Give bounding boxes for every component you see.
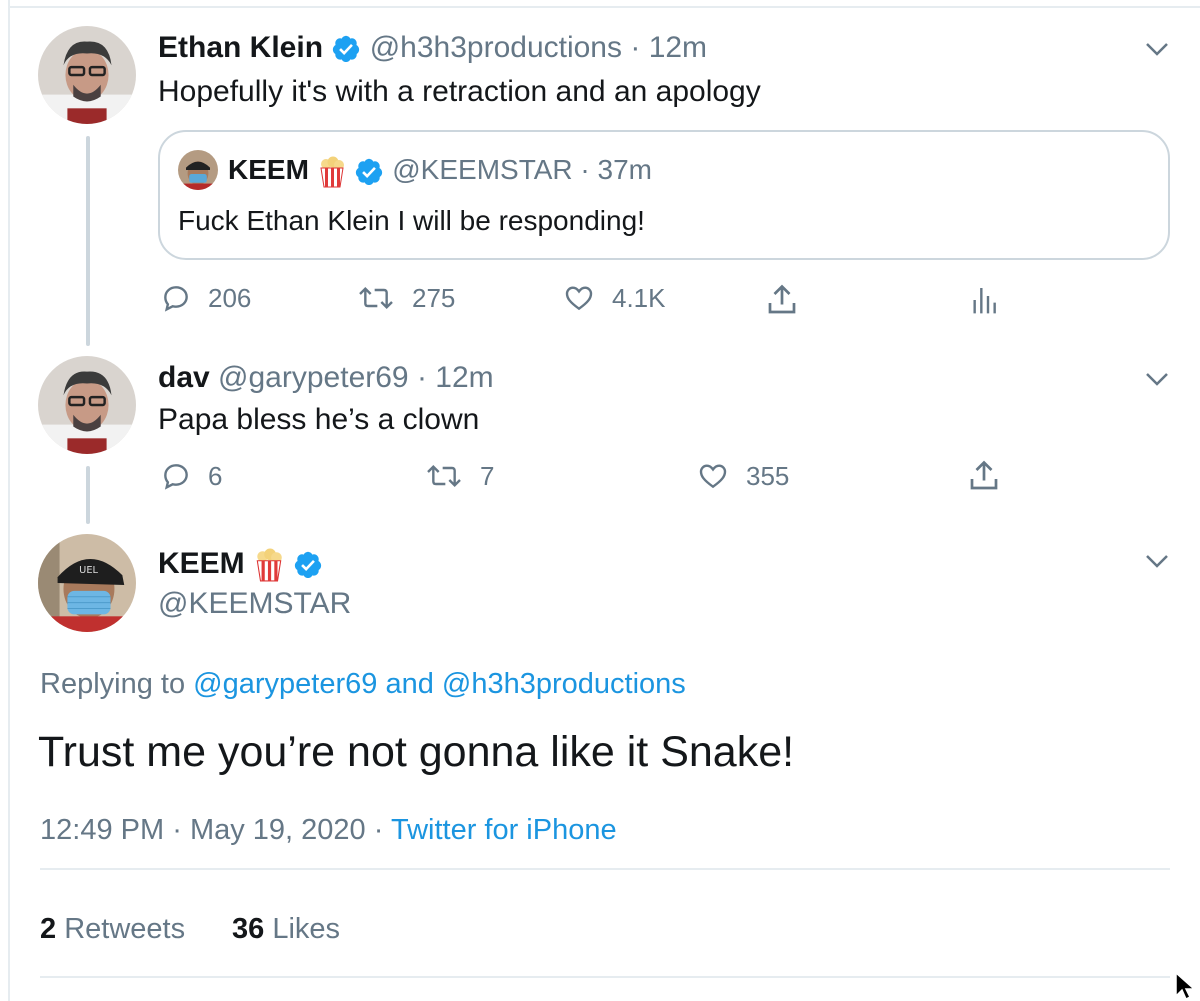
like-icon	[699, 464, 727, 489]
reply-button[interactable]: 206	[160, 282, 251, 314]
chevron-down-icon[interactable]	[1142, 364, 1172, 394]
avatar-dav[interactable]	[38, 356, 136, 454]
share-icon	[768, 284, 796, 314]
popcorn-emoji	[320, 156, 344, 188]
reply-button[interactable]: 6	[160, 460, 222, 492]
separator-dot: ·	[373, 814, 384, 846]
retweet-button[interactable]: 7	[424, 460, 494, 492]
tweet-text: Papa bless he’s a clown	[158, 403, 480, 436]
main-tweet-name-row: KEEM	[158, 544, 323, 584]
reply-icon	[164, 286, 188, 312]
replying-and: and	[385, 668, 434, 700]
retweet-count: 275	[412, 282, 456, 313]
tweet-time[interactable]: 12:49 PM	[40, 814, 164, 846]
separator-dot: ·	[630, 31, 641, 64]
retweet-icon	[427, 464, 461, 488]
share-button[interactable]	[966, 458, 1002, 494]
chevron-down-icon[interactable]	[1142, 34, 1172, 64]
separator-dot: ·	[172, 814, 182, 846]
retweet-count: 7	[480, 460, 495, 491]
like-count: 4.1K	[612, 282, 666, 313]
quoted-tweet-card[interactable]	[158, 130, 1170, 260]
handle[interactable]: @KEEMSTAR	[158, 586, 351, 622]
like-button[interactable]: 355	[696, 460, 789, 492]
popcorn-emoji	[256, 548, 282, 582]
likes-label: Likes	[272, 913, 341, 945]
main-tweet-text: Trust me you’re not gonna like it Snake!	[38, 728, 795, 776]
likes-stat[interactable]: 36 Likes	[232, 911, 340, 947]
likes-count: 36	[232, 913, 265, 945]
timeline-border-left	[8, 0, 10, 1001]
display-name[interactable]: KEEM	[158, 547, 245, 580]
replying-to: Replying to @garypeter69 and @h3h3produc…	[40, 666, 686, 702]
replying-user-link[interactable]: @garypeter69	[193, 668, 377, 700]
tweet-meta: 12:49 PM · May 19, 2020 · Twitter for iP…	[40, 812, 617, 848]
analytics-button[interactable]	[968, 282, 1000, 318]
handle[interactable]: @h3h3productions	[370, 31, 622, 64]
reply-count: 206	[208, 282, 252, 313]
avatar-keemstar[interactable]: UEL	[38, 534, 136, 632]
mouse-cursor-icon	[1175, 972, 1196, 1001]
like-count: 355	[746, 460, 790, 491]
quoted-tweet-text: Fuck Ethan Klein I will be responding!	[178, 205, 645, 236]
thread-line	[86, 136, 90, 346]
thread-line	[86, 466, 90, 524]
divider	[40, 868, 1170, 870]
handle[interactable]: @garypeter69	[218, 361, 409, 394]
avatar-ethan-klein[interactable]	[38, 26, 136, 124]
avatar-keemstar-small	[178, 150, 218, 190]
verified-badge-icon	[333, 35, 360, 63]
retweet-icon	[359, 286, 393, 310]
tweet-header: Ethan Klein @h3h3productions · 12m	[158, 30, 707, 66]
tweet-date[interactable]: May 19, 2020	[190, 814, 366, 846]
separator-dot: ·	[416, 361, 427, 394]
quoted-timestamp: 37m	[597, 154, 652, 185]
verified-badge-icon	[295, 551, 322, 579]
chevron-down-icon[interactable]	[1142, 546, 1172, 576]
replying-to-label: Replying to	[40, 668, 186, 700]
retweet-button[interactable]: 275	[356, 282, 455, 314]
verified-badge-icon	[356, 158, 383, 185]
svg-text:UEL: UEL	[79, 565, 98, 576]
replying-user-link[interactable]: @h3h3productions	[442, 668, 686, 700]
retweets-label: Retweets	[64, 913, 186, 945]
tweet-header: dav @garypeter69 · 12m	[158, 360, 494, 396]
separator-dot: ·	[580, 154, 590, 185]
share-icon	[970, 460, 998, 490]
timestamp[interactable]: 12m	[649, 31, 707, 64]
like-icon	[565, 286, 593, 311]
like-button[interactable]: 4.1K	[562, 282, 666, 314]
quoted-display-name: KEEM	[228, 154, 309, 185]
share-button[interactable]	[764, 282, 800, 318]
tweet-source-link[interactable]: Twitter for iPhone	[391, 814, 617, 846]
timeline-border-top	[8, 6, 1200, 8]
retweets-count: 2	[40, 913, 57, 945]
retweets-stat[interactable]: 2 Retweets	[40, 911, 185, 947]
display-name[interactable]: dav	[158, 361, 210, 394]
timestamp[interactable]: 12m	[435, 361, 493, 394]
tweet-text: Hopefully it's with a retraction and an …	[158, 75, 761, 108]
reply-icon	[164, 464, 188, 490]
display-name[interactable]: Ethan Klein	[158, 31, 323, 64]
analytics-icon	[973, 288, 996, 314]
divider	[40, 976, 1170, 978]
reply-count: 6	[208, 460, 223, 491]
quoted-tweet-header: KEEM @KEEMSTAR · 37m	[228, 153, 652, 188]
quoted-handle: @KEEMSTAR	[392, 154, 573, 185]
